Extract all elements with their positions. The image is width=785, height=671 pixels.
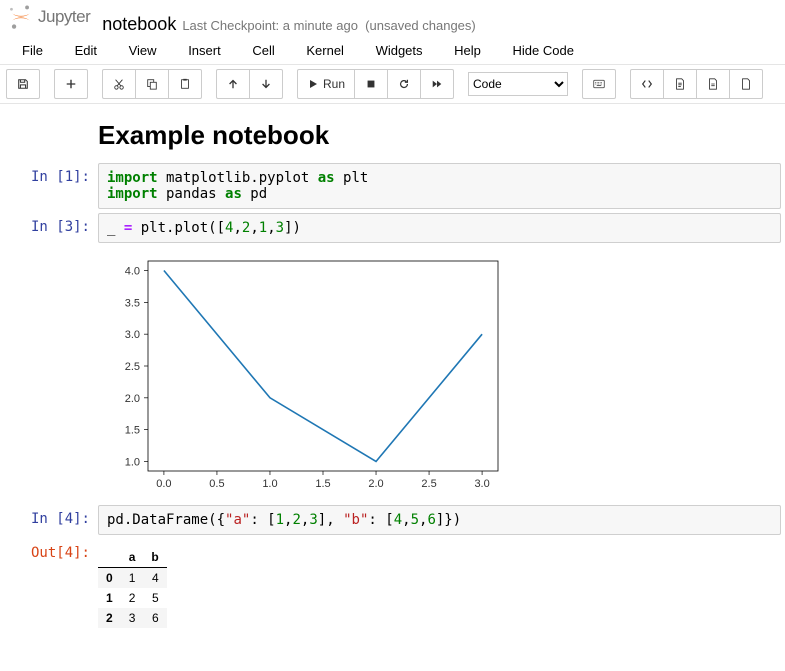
- file-pdf-icon: [707, 78, 719, 90]
- menu-cell[interactable]: Cell: [238, 37, 288, 64]
- svg-text:2.0: 2.0: [125, 393, 140, 405]
- dataframe-output: ab014125236: [98, 539, 781, 628]
- file-icon: [740, 78, 752, 90]
- code-input[interactable]: import matplotlib.pyplot as plt import p…: [98, 163, 781, 209]
- notebook-title: Example notebook: [98, 120, 785, 151]
- restart-icon: [398, 78, 410, 90]
- svg-text:2.5: 2.5: [125, 361, 140, 373]
- cut-button[interactable]: [102, 69, 136, 99]
- svg-text:3.5: 3.5: [125, 297, 140, 309]
- toggle-code-button[interactable]: [630, 69, 664, 99]
- download-html-button[interactable]: [663, 69, 697, 99]
- in-prompt: In [3]:: [0, 213, 98, 501]
- download-file-button[interactable]: [729, 69, 763, 99]
- restart-button[interactable]: [387, 69, 421, 99]
- svg-text:2.0: 2.0: [368, 478, 383, 490]
- code-input[interactable]: pd.DataFrame({"a": [1,2,3], "b": [4,5,6]…: [98, 505, 781, 535]
- copy-button[interactable]: [135, 69, 169, 99]
- menu-view[interactable]: View: [115, 37, 171, 64]
- paste-button[interactable]: [168, 69, 202, 99]
- command-palette-button[interactable]: [582, 69, 616, 99]
- save-button[interactable]: [6, 69, 40, 99]
- jupyter-logo-icon: [8, 4, 34, 30]
- output-cell-3: Out[4]: ab014125236: [0, 539, 785, 628]
- svg-text:1.5: 1.5: [315, 478, 330, 490]
- code-cell-2[interactable]: In [3]: _ = plt.plot([4,2,1,3]) 1.0 1.5 2.…: [0, 213, 785, 501]
- out-prompt: Out[4]:: [0, 539, 98, 628]
- menubar: File Edit View Insert Cell Kernel Widget…: [0, 37, 785, 65]
- add-cell-button[interactable]: [54, 69, 88, 99]
- keyboard-icon: [593, 78, 605, 90]
- notebook-name[interactable]: notebook: [102, 14, 176, 35]
- code-input[interactable]: _ = plt.plot([4,2,1,3]): [98, 213, 781, 243]
- menu-hide-code[interactable]: Hide Code: [499, 37, 588, 64]
- checkpoint-text: Last Checkpoint: a minute ago (unsaved c…: [182, 18, 475, 33]
- markdown-cell[interactable]: Example notebook: [0, 120, 785, 151]
- arrow-up-icon: [227, 78, 239, 90]
- menu-edit[interactable]: Edit: [61, 37, 111, 64]
- notebook-body: Example notebook In [1]: import matplotl…: [0, 104, 785, 652]
- logo-text: Jupyter: [38, 7, 90, 27]
- code-icon: [641, 78, 653, 90]
- svg-text:0.0: 0.0: [156, 478, 171, 490]
- arrow-down-icon: [260, 78, 272, 90]
- svg-text:3.0: 3.0: [125, 329, 140, 341]
- run-button[interactable]: Run: [297, 69, 355, 99]
- save-icon: [17, 78, 29, 90]
- in-prompt: In [1]:: [0, 163, 98, 209]
- paste-icon: [179, 78, 191, 90]
- file-text-icon: [674, 78, 686, 90]
- download-pdf-button[interactable]: [696, 69, 730, 99]
- svg-text:2.5: 2.5: [421, 478, 436, 490]
- code-cell-1[interactable]: In [1]: import matplotlib.pyplot as plt …: [0, 163, 785, 209]
- svg-text:1.0: 1.0: [262, 478, 277, 490]
- move-down-button[interactable]: [249, 69, 283, 99]
- notebook-header: Jupyter notebook Last Checkpoint: a minu…: [0, 0, 785, 37]
- fast-forward-icon: [431, 78, 443, 90]
- in-prompt: In [4]:: [0, 505, 98, 535]
- menu-help[interactable]: Help: [440, 37, 495, 64]
- plot-output: 1.0 1.5 2.0 2.5 3.0 3.5 4.0 0.0 0.5 1.0 1.5 2.0 2.5 3…: [98, 243, 781, 501]
- restart-run-all-button[interactable]: [420, 69, 454, 99]
- menu-file[interactable]: File: [8, 37, 57, 64]
- menu-widgets[interactable]: Widgets: [362, 37, 437, 64]
- copy-icon: [146, 78, 158, 90]
- move-up-button[interactable]: [216, 69, 250, 99]
- jupyter-logo[interactable]: Jupyter: [8, 4, 90, 30]
- play-icon: [307, 78, 319, 90]
- code-cell-3[interactable]: In [4]: pd.DataFrame({"a": [1,2,3], "b":…: [0, 505, 785, 535]
- svg-text:1.0: 1.0: [125, 456, 140, 468]
- toolbar: Run Code: [0, 65, 785, 104]
- svg-text:3.0: 3.0: [474, 478, 489, 490]
- plus-icon: [65, 78, 77, 90]
- interrupt-button[interactable]: [354, 69, 388, 99]
- menu-kernel[interactable]: Kernel: [292, 37, 358, 64]
- line-plot: 1.0 1.5 2.0 2.5 3.0 3.5 4.0 0.0 0.5 1.0 1.5 2.0 2.5 3…: [98, 251, 508, 501]
- cut-icon: [113, 78, 125, 90]
- svg-text:0.5: 0.5: [209, 478, 224, 490]
- menu-insert[interactable]: Insert: [174, 37, 235, 64]
- dataframe-table: ab014125236: [98, 547, 167, 628]
- cell-type-select[interactable]: Code: [468, 72, 568, 96]
- svg-text:1.5: 1.5: [125, 425, 140, 437]
- stop-icon: [365, 78, 377, 90]
- svg-text:4.0: 4.0: [125, 266, 140, 278]
